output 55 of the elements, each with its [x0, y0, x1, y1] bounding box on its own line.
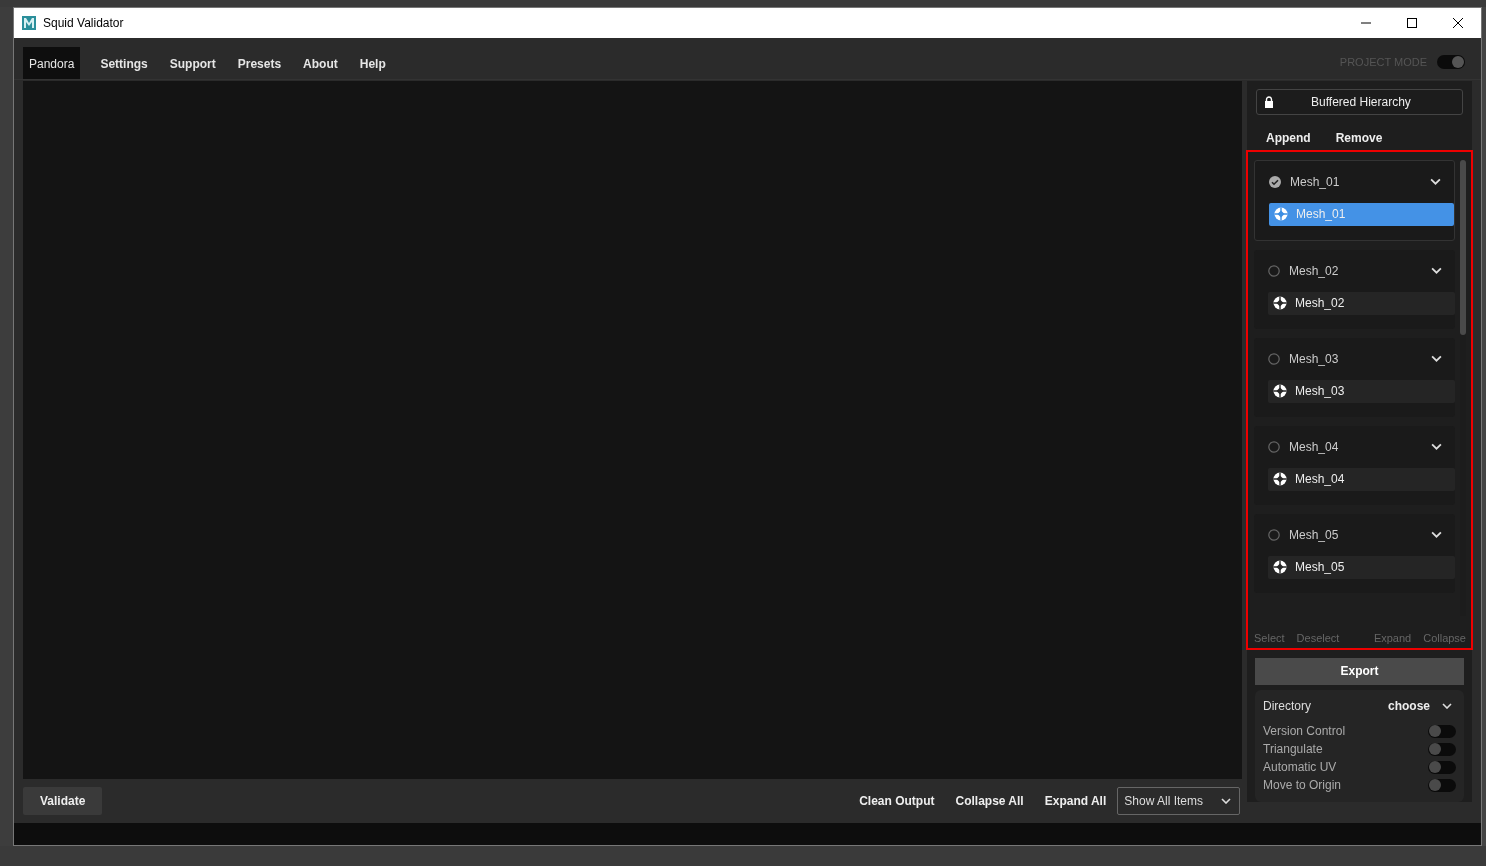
- mesh-icon: [1273, 384, 1287, 398]
- option-toggle[interactable]: [1428, 760, 1456, 774]
- window-title: Squid Validator: [43, 16, 124, 30]
- action-link[interactable]: Expand All: [1044, 794, 1107, 809]
- radio-circle-icon[interactable]: [1268, 528, 1280, 541]
- mesh-group-label: Mesh_01: [1290, 174, 1340, 189]
- menu-tab[interactable]: Help: [349, 47, 396, 79]
- option-label: Move to Origin: [1263, 778, 1342, 792]
- option-label: Automatic UV: [1263, 760, 1337, 774]
- radio-circle-icon[interactable]: [1268, 440, 1280, 453]
- mesh-group-label: Mesh_03: [1289, 351, 1339, 366]
- mesh-icon: [1274, 207, 1288, 221]
- chevron-down-icon: [1221, 798, 1231, 805]
- mesh-group-label: Mesh_04: [1289, 439, 1339, 454]
- hierarchy-action[interactable]: Append: [1266, 130, 1311, 145]
- menu-tab[interactable]: Presets: [227, 47, 292, 79]
- hierarchy-field[interactable]: Buffered Hierarchy: [1256, 89, 1463, 115]
- option-toggle[interactable]: [1428, 778, 1456, 792]
- menu-tab[interactable]: Support: [159, 47, 226, 79]
- option-label: Version Control: [1263, 724, 1346, 738]
- mesh-icon: [1273, 472, 1287, 486]
- menu-tab[interactable]: About: [293, 47, 348, 79]
- menu-tab[interactable]: Settings: [90, 47, 158, 79]
- option-toggle[interactable]: [1428, 724, 1456, 738]
- option-toggle[interactable]: [1428, 742, 1456, 756]
- hierarchy-label: Buffered Hierarchy: [1311, 94, 1411, 109]
- project-mode-toggle[interactable]: [1437, 55, 1465, 69]
- mesh-icon: [1273, 296, 1287, 310]
- chevron-down-icon[interactable]: [1431, 531, 1442, 538]
- mesh-icon: [1273, 560, 1287, 574]
- hierarchy-action[interactable]: Remove: [1335, 130, 1383, 145]
- mesh-group-label: Mesh_05: [1289, 527, 1339, 542]
- validate-button[interactable]: Validate: [23, 787, 103, 816]
- action-link[interactable]: Collapse All: [955, 794, 1024, 809]
- radio-circle-icon[interactable]: [1268, 264, 1280, 277]
- action-link[interactable]: Clean Output: [859, 794, 935, 809]
- chevron-down-icon[interactable]: [1431, 267, 1442, 274]
- radio-circle-icon[interactable]: [1268, 352, 1280, 365]
- chevron-down-icon[interactable]: [1442, 703, 1452, 709]
- chevron-down-icon[interactable]: [1430, 178, 1441, 185]
- directory-label: Directory: [1263, 699, 1311, 713]
- chevron-down-icon[interactable]: [1431, 443, 1442, 450]
- option-label: Triangulate: [1263, 742, 1323, 756]
- mesh-item[interactable]: Mesh_05: [1268, 555, 1455, 579]
- directory-choose[interactable]: choose: [1388, 699, 1430, 713]
- export-button[interactable]: Export: [1255, 657, 1464, 685]
- mesh-item[interactable]: Mesh_02: [1268, 291, 1455, 315]
- mesh-item[interactable]: Mesh_04: [1268, 467, 1455, 491]
- chevron-down-icon[interactable]: [1431, 355, 1442, 362]
- menu-tab[interactable]: Pandora: [23, 47, 81, 79]
- app-logo-icon: [22, 16, 36, 30]
- mesh-group-label: Mesh_02: [1289, 263, 1339, 278]
- filter-dropdown[interactable]: Show All Items: [1117, 787, 1240, 816]
- check-circle-icon[interactable]: [1269, 175, 1281, 188]
- mesh-item[interactable]: Mesh_03: [1268, 379, 1455, 403]
